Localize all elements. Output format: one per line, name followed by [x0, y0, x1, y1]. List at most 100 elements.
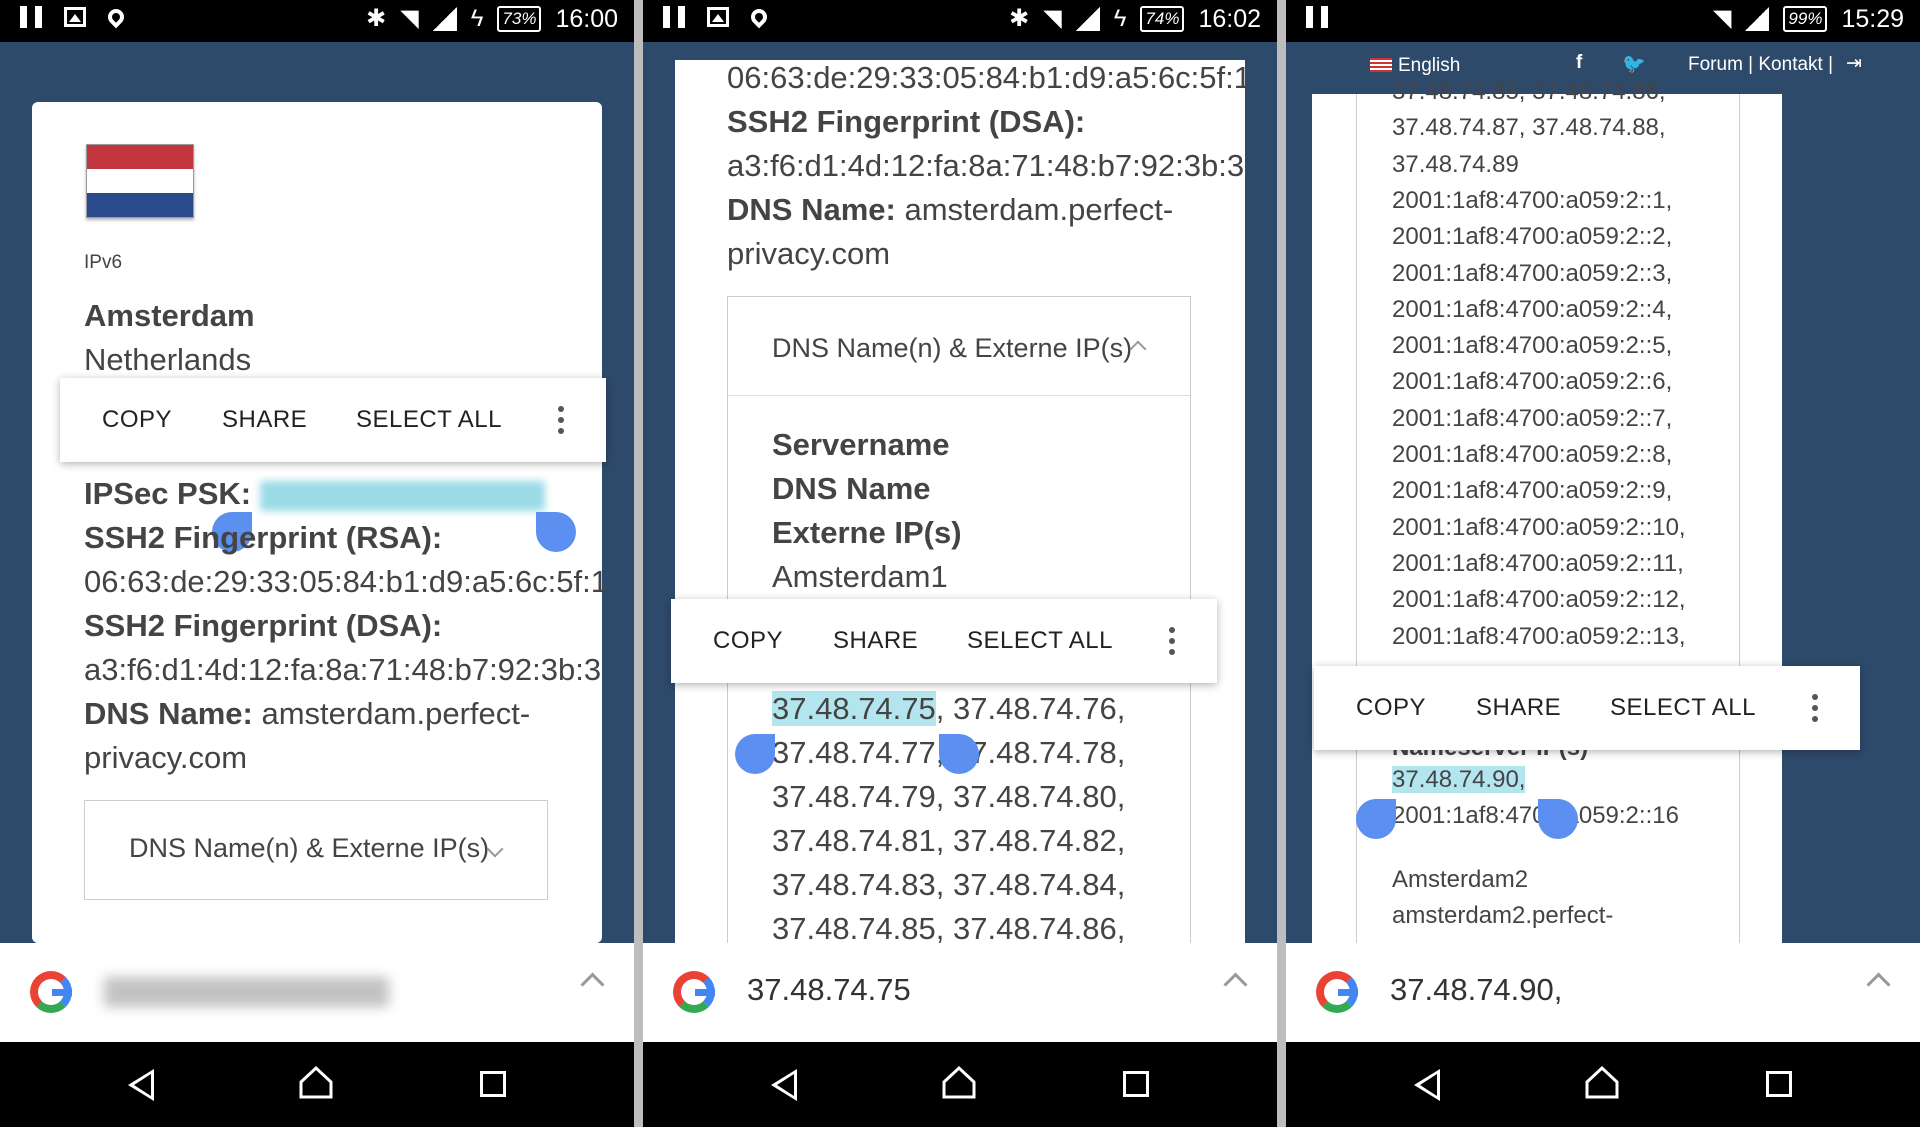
dns-value-cont: privacy.com	[84, 740, 248, 775]
ip-row: 2001:1af8:4700:a059:2::8,	[1392, 441, 1673, 468]
dns-name-header: DNS Name	[772, 471, 931, 506]
google-search-bar[interactable]	[0, 943, 634, 1042]
home-icon[interactable]	[298, 1064, 334, 1100]
more-options-icon[interactable]	[1812, 694, 1818, 727]
google-logo-icon	[673, 971, 715, 1013]
header-links[interactable]: Forum | Kontakt |	[1688, 54, 1833, 76]
externe-ip-header: Externe IP(s)	[772, 515, 962, 550]
select-all-button[interactable]: SELECT ALL	[967, 627, 1113, 655]
navigation-bar	[0, 1042, 634, 1127]
logout-icon[interactable]: ⇥	[1846, 52, 1862, 75]
ip-row: 2001:1af8:4700:a059:2::4,	[1392, 295, 1673, 323]
selected-ip[interactable]: 37.48.74.75	[772, 691, 936, 726]
selection-handle-start[interactable]	[735, 734, 775, 774]
signal-icon	[1075, 7, 1100, 31]
dns-label: DNS Name:	[84, 696, 253, 731]
ns-row: 2001:1af8:4700:a059:2::16	[1392, 802, 1679, 829]
language-selector[interactable]: English	[1398, 55, 1460, 77]
home-icon[interactable]	[941, 1064, 977, 1100]
ipsec-psk-redacted[interactable]	[259, 480, 545, 511]
navigation-bar	[1286, 1042, 1920, 1127]
search-query: 37.48.74.90,	[1390, 972, 1563, 1007]
chevron-up-icon[interactable]	[1866, 972, 1891, 997]
ssh-rsa-value: 06:63:de:29:33:05:84:b1:d9:a5:6c:5f:1	[84, 564, 609, 599]
copy-button[interactable]: COPY	[102, 406, 172, 434]
google-search-bar[interactable]: 37.48.74.75	[643, 943, 1277, 1042]
select-all-button[interactable]: SELECT ALL	[356, 406, 502, 434]
share-button[interactable]: SHARE	[833, 627, 918, 655]
signal-icon	[432, 7, 457, 31]
home-icon[interactable]	[1584, 1064, 1620, 1100]
ssh-rsa-value: 06:63:de:29:33:05:84:b1:d9:a5:6c:5f:1	[727, 60, 1252, 95]
search-query: 37.48.74.75	[747, 972, 911, 1007]
battery-level: 99%	[1783, 6, 1828, 32]
servername-header: Servername	[772, 427, 950, 462]
text-selection-toolbar: COPY SHARE SELECT ALL	[1314, 666, 1860, 750]
copy-button[interactable]: COPY	[1356, 694, 1426, 722]
server-amsterdam1: Amsterdam1	[772, 559, 948, 594]
share-button[interactable]: SHARE	[1476, 694, 1561, 722]
ip-row: 2001:1af8:4700:a059:2::10,	[1392, 513, 1686, 541]
copy-button[interactable]: COPY	[713, 627, 783, 655]
phone-screen-1: ✱ ◥ ϟ 73% 16:00 IPv6 Amsterdam Netherlan…	[0, 0, 634, 1127]
bluetooth-icon: ✱	[366, 5, 387, 32]
share-button[interactable]: SHARE	[222, 406, 307, 434]
server-card: IPv6 Amsterdam Netherlands IPSec PSK: SS…	[32, 102, 608, 943]
selection-handle-end[interactable]	[1538, 799, 1578, 839]
server-amsterdam2: Amsterdam2	[1392, 866, 1529, 893]
dns-value-cont: privacy.com	[727, 236, 891, 271]
signal-icon	[1745, 7, 1770, 31]
status-bar: ✱ ◥ ϟ 73% 16:00	[0, 0, 634, 42]
chevron-up-icon[interactable]	[580, 972, 605, 997]
text-selection-toolbar: COPY SHARE SELECT ALL	[60, 378, 606, 462]
selection-handle-end[interactable]	[939, 734, 979, 774]
bluetooth-icon: ✱	[1009, 5, 1030, 32]
select-all-button[interactable]: SELECT ALL	[1610, 694, 1756, 722]
ip-row: 2001:1af8:4700:a059:2::1,	[1392, 186, 1673, 214]
google-search-bar[interactable]: 37.48.74.90,	[1286, 943, 1920, 1042]
recents-icon[interactable]	[480, 1071, 506, 1097]
more-options-icon[interactable]	[558, 406, 564, 439]
ip-row: 37.48.74.85, 37.48.74.86,	[1392, 78, 1666, 105]
battery-level: 74%	[1140, 6, 1185, 32]
selected-ip[interactable]: 37.48.74.90,	[1392, 766, 1526, 793]
dns-accordion[interactable]: DNS Name(n) & Externe IP(s)	[84, 800, 548, 900]
navigation-bar	[643, 1042, 1277, 1127]
twitter-icon[interactable]: 🐦	[1622, 52, 1646, 76]
selection-handle-end[interactable]	[536, 512, 576, 552]
more-options-icon[interactable]	[1169, 627, 1175, 660]
back-icon[interactable]	[771, 1069, 797, 1101]
pause-icon	[663, 6, 685, 28]
amsterdam2-dns: amsterdam2.perfect-	[1392, 902, 1614, 929]
google-logo-icon	[1316, 971, 1358, 1013]
ip-row: 37.48.74.75, 37.48.74.76,	[772, 691, 1125, 727]
chevron-up-icon[interactable]	[1223, 972, 1248, 997]
accordion-title: DNS Name(n) & Externe IP(s)	[129, 833, 490, 863]
back-icon[interactable]	[1414, 1069, 1440, 1101]
ip-row: 37.48.74.89	[1392, 150, 1519, 178]
ip-row: 2001:1af8:4700:a059:2::3,	[1392, 259, 1673, 287]
recents-icon[interactable]	[1766, 1071, 1792, 1097]
recents-icon[interactable]	[1123, 1071, 1149, 1097]
back-icon[interactable]	[128, 1069, 154, 1101]
ip-row: 2001:1af8:4700:a059:2::11,	[1392, 549, 1684, 577]
location-icon	[747, 5, 771, 29]
image-icon	[64, 7, 86, 27]
selection-handle-start[interactable]	[1356, 799, 1396, 839]
ssh-dsa-value: a3:f6:d1:4d:12:fa:8a:71:48:b7:92:3b:3	[727, 148, 1245, 183]
netherlands-flag	[86, 144, 194, 218]
us-flag-icon	[1370, 58, 1392, 72]
ip-row: 2001:1af8:4700:a059:2::5,	[1392, 332, 1673, 360]
text-selection-toolbar: COPY SHARE SELECT ALL	[671, 599, 1217, 683]
facebook-icon[interactable]: f	[1576, 52, 1582, 74]
ip-row: 37.48.74.87, 37.48.74.88,	[1392, 114, 1666, 142]
ip-row: 2001:1af8:4700:a059:2::13,	[1392, 622, 1686, 650]
dns-row: DNS Name: amsterdam.perfect-	[727, 192, 1173, 228]
ip-row-rest: , 37.48.74.76,	[935, 691, 1126, 726]
country-name: Netherlands	[84, 342, 252, 377]
ip-row: 2001:1af8:4700:a059:2::7,	[1392, 404, 1673, 432]
google-logo-icon	[30, 971, 72, 1013]
ssh-rsa-label: SSH2 Fingerprint (RSA):	[84, 520, 443, 555]
status-bar: ◥ 99% 15:29	[1286, 0, 1920, 42]
wifi-icon: ◥	[1712, 5, 1732, 32]
